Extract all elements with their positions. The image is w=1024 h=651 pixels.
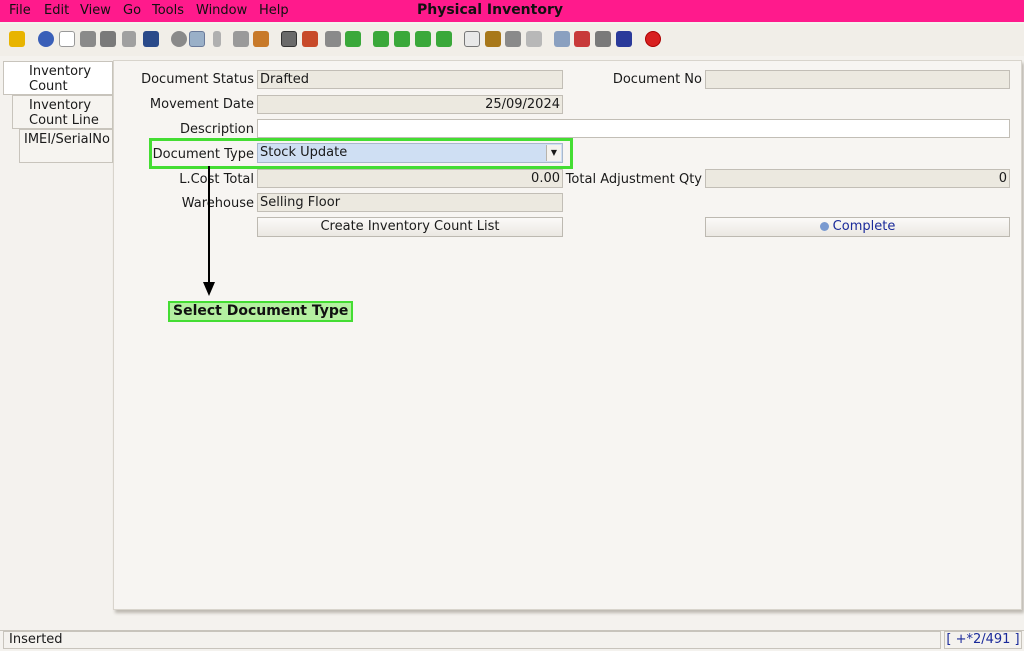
help-icon[interactable]: [38, 31, 54, 47]
complete-status-icon: [819, 222, 829, 231]
lcost-total-label: L.Cost Total: [179, 172, 254, 187]
complete-label: Complete: [832, 219, 896, 234]
document-status-field: Drafted: [257, 70, 563, 89]
parent-icon[interactable]: [302, 31, 318, 47]
first-record-icon[interactable]: [373, 31, 389, 47]
zoom-across-icon[interactable]: [554, 31, 570, 47]
product-info-icon[interactable]: [616, 31, 632, 47]
attachment-icon[interactable]: [213, 31, 221, 47]
undo-icon[interactable]: [9, 31, 25, 47]
total-adjustment-qty-label: Total Adjustment Qty: [565, 172, 702, 187]
warehouse-field[interactable]: Selling Floor: [257, 193, 563, 212]
menu-view[interactable]: View: [80, 3, 111, 18]
annotation-callout: Select Document Type: [168, 301, 354, 322]
lcost-total-field: 0.00: [257, 169, 563, 188]
print-preview-icon[interactable]: [526, 31, 542, 47]
request-icon[interactable]: [595, 31, 611, 47]
menu-help[interactable]: Help: [259, 3, 289, 18]
next-record-icon[interactable]: [415, 31, 431, 47]
document-no-field[interactable]: [705, 70, 1010, 89]
window-title: Physical Inventory: [416, 2, 563, 18]
close-icon[interactable]: [645, 31, 661, 47]
menu-file[interactable]: File: [9, 3, 31, 18]
description-field[interactable]: [257, 119, 1010, 138]
chat-icon[interactable]: [233, 31, 249, 47]
create-inventory-count-list-button[interactable]: Create Inventory Count List: [257, 217, 563, 237]
status-text: Inserted: [3, 631, 941, 649]
document-status-label: Document Status: [141, 72, 254, 87]
copy-icon[interactable]: [80, 31, 96, 47]
archive-icon[interactable]: [485, 31, 501, 47]
forward-icon[interactable]: [345, 31, 361, 47]
menu-edit[interactable]: Edit: [44, 3, 69, 18]
menu-window[interactable]: Window: [196, 3, 247, 18]
menu-tools[interactable]: Tools: [152, 3, 184, 18]
new-icon[interactable]: [59, 31, 75, 47]
description-label: Description: [179, 122, 254, 137]
back-icon[interactable]: [325, 31, 341, 47]
tab-label: IMEI/SerialNo: [24, 132, 110, 147]
print-icon[interactable]: [505, 31, 521, 47]
previous-record-icon[interactable]: [394, 31, 410, 47]
title-bar: File Edit View Go Tools Window Help Phys…: [0, 0, 1024, 22]
tab-inventory-count[interactable]: Inventory Count: [3, 61, 113, 95]
report-icon[interactable]: [464, 31, 480, 47]
tab-label: Inventory: [29, 64, 92, 79]
movement-date-label: Movement Date: [149, 97, 254, 112]
total-adjustment-qty-field: 0: [705, 169, 1010, 188]
save-icon[interactable]: [143, 31, 159, 47]
movement-date-field[interactable]: 25/09/2024: [257, 95, 563, 114]
document-no-label: Document No: [612, 72, 702, 87]
tab-label: Inventory: [29, 98, 92, 113]
tab-inventory-count-line[interactable]: Inventory Count Line: [12, 95, 113, 129]
refresh-icon[interactable]: [171, 31, 187, 47]
tab-label: Count: [29, 79, 68, 94]
tab-label: Count Line: [29, 113, 99, 128]
menu-go[interactable]: Go: [123, 3, 141, 18]
delete-selection-icon[interactable]: [122, 31, 136, 47]
workflow-icon[interactable]: [574, 31, 590, 47]
warehouse-label: Warehouse: [181, 196, 254, 211]
find-icon[interactable]: [189, 31, 205, 47]
annotation-arrow-icon: [203, 166, 215, 296]
tab-imei-serialno[interactable]: IMEI/SerialNo: [19, 129, 113, 163]
last-record-icon[interactable]: [436, 31, 452, 47]
toolbar: [0, 24, 1024, 56]
complete-button[interactable]: Complete: [705, 217, 1010, 237]
record-info[interactable]: [ +*2/491 ]: [944, 631, 1022, 649]
home-icon[interactable]: [281, 31, 297, 47]
delete-icon[interactable]: [100, 31, 116, 47]
history-icon[interactable]: [253, 31, 269, 47]
